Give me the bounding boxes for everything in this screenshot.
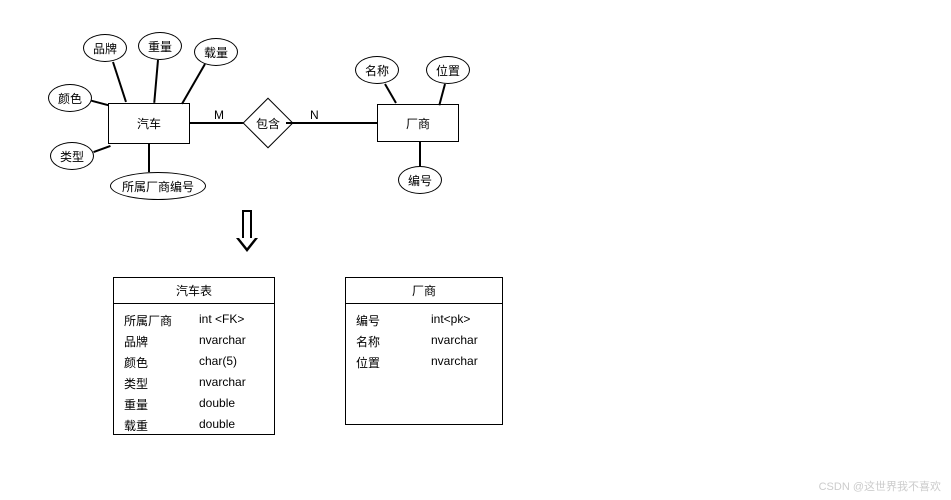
attr-car-brand-label: 品牌 xyxy=(93,40,117,57)
col-type: nvarchar xyxy=(431,333,492,350)
connector xyxy=(286,122,377,124)
col-type: double xyxy=(199,417,264,434)
relationship-contains-label: 包含 xyxy=(256,115,280,132)
table-vendor: 厂商 编号int<pk> 名称nvarchar 位置nvarchar xyxy=(345,277,503,425)
connector xyxy=(438,84,446,106)
attr-car-color: 颜色 xyxy=(48,84,92,112)
connector xyxy=(148,144,150,172)
col-name: 所属厂商 xyxy=(124,312,199,329)
table-row: 类型 nvarchar xyxy=(124,373,264,394)
attr-vendor-location: 位置 xyxy=(426,56,470,84)
attr-car-weight-label: 重量 xyxy=(148,38,172,55)
col-type: double xyxy=(199,396,264,413)
attr-vendor-id-label: 编号 xyxy=(408,172,432,189)
col-type: nvarchar xyxy=(199,333,264,350)
attr-vendor-id: 编号 xyxy=(398,166,442,194)
connector xyxy=(153,60,159,103)
col-type: nvarchar xyxy=(199,375,264,392)
watermark: CSDN @这世界我不喜欢 xyxy=(819,478,941,494)
col-type: nvarchar xyxy=(431,354,492,371)
connector xyxy=(419,142,421,166)
col-name: 重量 xyxy=(124,396,199,413)
table-row: 重量double xyxy=(124,394,264,415)
cardinality-m: M xyxy=(214,108,224,122)
table-row: 名称nvarchar xyxy=(356,331,492,352)
table-row: 位置nvarchar xyxy=(356,352,492,373)
col-type: char(5) xyxy=(199,354,264,371)
col-name: 类型 xyxy=(124,375,199,392)
table-row: 颜色char(5) xyxy=(124,352,264,373)
connector xyxy=(112,62,127,103)
attr-car-vendor-id-label: 所属厂商编号 xyxy=(122,178,194,195)
connector xyxy=(181,64,206,105)
relationship-contains: 包含 xyxy=(250,105,286,141)
attr-car-brand: 品牌 xyxy=(83,34,127,62)
col-type: int <FK> xyxy=(199,312,264,329)
connector xyxy=(93,145,111,153)
cardinality-n: N xyxy=(310,108,319,122)
table-car-title: 汽车表 xyxy=(114,278,274,304)
attr-car-load: 载量 xyxy=(194,38,238,66)
col-name: 编号 xyxy=(356,312,431,329)
table-row: 品牌nvarchar xyxy=(124,331,264,352)
attr-vendor-name: 名称 xyxy=(355,56,399,84)
table-row: 载重double xyxy=(124,415,264,436)
connector xyxy=(91,100,109,107)
entity-vendor: 厂商 xyxy=(377,104,459,142)
arrow-stem xyxy=(242,210,252,238)
attr-car-load-label: 载量 xyxy=(204,44,228,61)
table-row: 所属厂商int <FK> xyxy=(124,310,264,331)
attr-car-type-label: 类型 xyxy=(60,148,84,165)
table-car-body: 所属厂商int <FK> 品牌nvarchar 颜色char(5) 类型 nva… xyxy=(114,304,274,442)
col-type: int<pk> xyxy=(431,312,492,329)
col-name: 颜色 xyxy=(124,354,199,371)
connector xyxy=(190,122,250,124)
attr-car-color-label: 颜色 xyxy=(58,90,82,107)
attr-vendor-location-label: 位置 xyxy=(436,62,460,79)
connector xyxy=(384,84,397,104)
attr-car-vendor-id: 所属厂商编号 xyxy=(110,172,206,200)
table-vendor-body: 编号int<pk> 名称nvarchar 位置nvarchar xyxy=(346,304,502,379)
entity-vendor-label: 厂商 xyxy=(406,115,430,132)
arrow-head xyxy=(236,238,258,252)
attr-vendor-name-label: 名称 xyxy=(365,62,389,79)
attr-car-type: 类型 xyxy=(50,142,94,170)
col-name: 位置 xyxy=(356,354,431,371)
entity-car: 汽车 xyxy=(108,103,190,144)
table-car: 汽车表 所属厂商int <FK> 品牌nvarchar 颜色char(5) 类型… xyxy=(113,277,275,435)
arrow-down-icon xyxy=(236,210,258,252)
entity-car-label: 汽车 xyxy=(137,115,161,132)
col-name: 品牌 xyxy=(124,333,199,350)
col-name: 名称 xyxy=(356,333,431,350)
col-name: 载重 xyxy=(124,417,199,434)
table-vendor-title: 厂商 xyxy=(346,278,502,304)
table-row: 编号int<pk> xyxy=(356,310,492,331)
attr-car-weight: 重量 xyxy=(138,32,182,60)
